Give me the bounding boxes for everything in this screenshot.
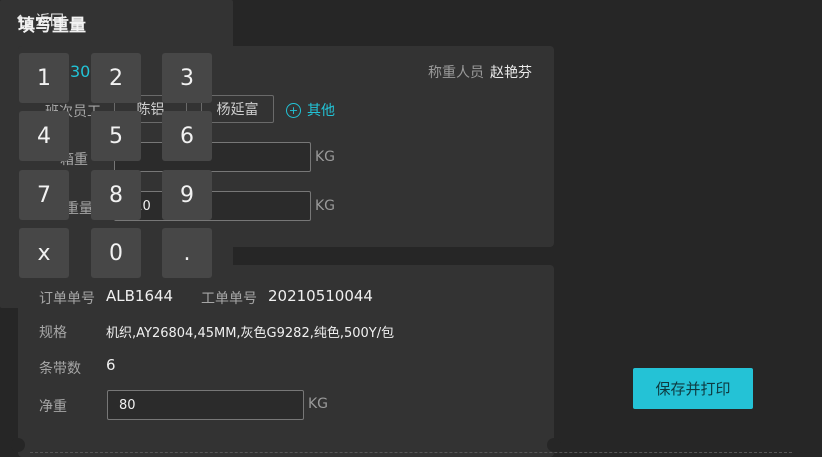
- keypad-title: 填写重量: [18, 16, 86, 36]
- box-weight-unit: KG: [315, 149, 336, 165]
- others-label: 其他: [307, 103, 335, 119]
- key-decimal[interactable]: .: [162, 228, 212, 278]
- ticket-notch: [11, 438, 25, 452]
- weigher-name: 赵艳芬: [490, 65, 532, 81]
- order-no-value: ALB1644: [106, 287, 174, 305]
- order-info-card: 订单单号 ALB1644 工单单号 20210510044 规格 机织,AY26…: [18, 265, 554, 457]
- key-2[interactable]: 2: [91, 53, 141, 103]
- strips-label: 条带数: [39, 361, 81, 377]
- key-4[interactable]: 4: [19, 111, 69, 161]
- key-8[interactable]: 8: [91, 170, 141, 220]
- key-0[interactable]: 0: [91, 228, 141, 278]
- key-7[interactable]: 7: [19, 170, 69, 220]
- key-1[interactable]: 1: [19, 53, 69, 103]
- total-weight-unit: KG: [315, 198, 336, 214]
- save-and-print-button[interactable]: 保存并打印: [633, 368, 753, 409]
- spec-label: 规格: [39, 325, 67, 341]
- plus-circle-icon: +: [286, 102, 301, 118]
- weigher-info: 称重人员 赵艳芬: [428, 62, 532, 82]
- add-other-employee-button[interactable]: + 其他: [286, 100, 335, 120]
- box-weight-input[interactable]: [114, 142, 311, 172]
- ticket-divider: [30, 452, 792, 453]
- key-3[interactable]: 3: [162, 53, 212, 103]
- weigher-label: 称重人员: [428, 65, 484, 81]
- net-weight-label: 净重: [39, 399, 67, 415]
- spec-value: 机织,AY26804,45MM,灰色G9282,纯色,500Y/包: [106, 326, 395, 341]
- key-clear[interactable]: x: [19, 228, 69, 278]
- order-no-label: 订单单号: [39, 291, 95, 307]
- net-weight-input[interactable]: [107, 390, 304, 420]
- strips-value: 6: [106, 356, 116, 374]
- key-6[interactable]: 6: [162, 111, 212, 161]
- net-weight-unit: KG: [308, 396, 329, 412]
- work-no-value: 20210510044: [268, 287, 373, 305]
- key-5[interactable]: 5: [91, 111, 141, 161]
- key-9[interactable]: 9: [162, 170, 212, 220]
- work-no-label: 工单单号: [201, 291, 257, 307]
- total-weight-input[interactable]: [114, 191, 311, 221]
- ticket-notch: [547, 438, 561, 452]
